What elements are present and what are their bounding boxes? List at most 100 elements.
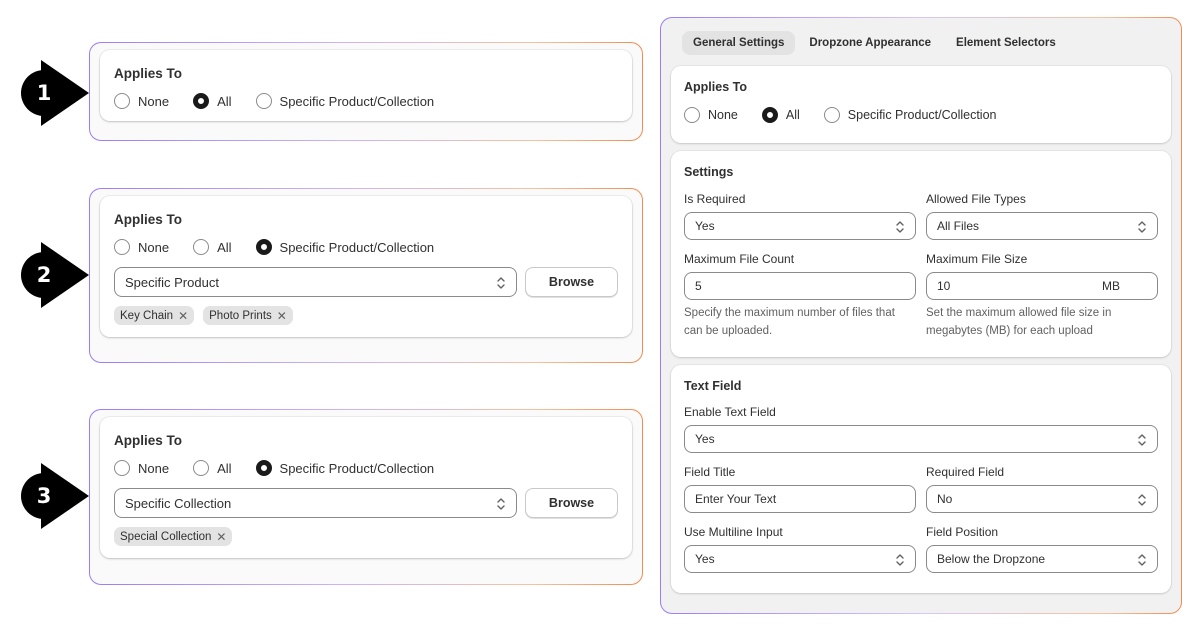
max-file-count-input[interactable]: 5 [684, 272, 916, 300]
card-title: Applies To [114, 433, 183, 448]
chevron-up-down-icon [896, 221, 904, 233]
radio-circle-selected[interactable] [193, 93, 210, 109]
applies-to-card: Applies To None All Specific Product/Col… [100, 196, 632, 337]
step-number: 3 [36, 484, 52, 508]
max-file-size-input[interactable]: 10 MB [926, 272, 1158, 300]
radio-label: All [217, 460, 232, 476]
radio-label: Specific Product/Collection [847, 108, 997, 122]
radio-circle[interactable] [255, 93, 272, 109]
tag: Photo Prints ✕ [203, 306, 293, 325]
chevron-up-down-icon [497, 498, 505, 510]
chevron-up-down-icon [1138, 554, 1146, 566]
enable-text-field-select[interactable]: Yes [684, 425, 1158, 453]
tag-label: Photo Prints [209, 309, 272, 322]
select-value: Yes [695, 432, 715, 446]
card-title: Settings [684, 165, 734, 179]
select-value: Yes [695, 552, 715, 566]
radio-all[interactable]: All [193, 93, 232, 109]
browse-button[interactable]: Browse [525, 267, 618, 297]
radio-circle-selected[interactable] [761, 107, 778, 123]
radio-circle[interactable] [114, 93, 130, 109]
max-file-size-help: Set the maximum allowed file size in meg… [926, 307, 1112, 337]
step-marker-1: 1 [21, 59, 89, 127]
field-title-input[interactable]: Enter Your Text [684, 485, 916, 513]
text-field-card: Text Field Enable Text Field Yes Field T… [671, 365, 1171, 593]
radio-circle[interactable] [684, 107, 700, 123]
radio-label: All [217, 239, 232, 255]
step-number: 1 [36, 81, 52, 105]
radio-none[interactable]: None [114, 93, 169, 109]
radio-label: All [217, 93, 232, 109]
allowed-file-types-label: Allowed File Types [926, 192, 1026, 206]
radio-circle[interactable] [114, 460, 130, 476]
radio-circle[interactable] [193, 239, 210, 255]
radio-specific[interactable]: Specific Product/Collection [255, 93, 435, 109]
radio-circle-selected[interactable] [255, 460, 272, 476]
radio-circle[interactable] [193, 460, 210, 476]
radio-specific[interactable]: Specific Product/Collection [823, 107, 997, 123]
is-required-label: Is Required [684, 192, 746, 206]
radio-label: None [138, 239, 170, 255]
is-required-select[interactable]: Yes [684, 212, 916, 240]
tag: Special Collection ✕ [114, 527, 233, 546]
selected-tags: Special Collection ✕ [114, 527, 618, 546]
allowed-file-types-select[interactable]: All Files [926, 212, 1158, 240]
browse-button[interactable]: Browse [525, 488, 618, 518]
tab-general-settings[interactable]: General Settings [682, 31, 796, 55]
tab-element-selectors[interactable]: Element Selectors [945, 31, 1067, 55]
settings-panel: General Settings Dropzone Appearance Ele… [660, 17, 1182, 614]
example-frame-2: Applies To None All Specific Product/Col… [89, 188, 643, 363]
radio-circle-selected[interactable] [255, 239, 272, 255]
step-marker-3: 3 [21, 462, 89, 530]
radio-all[interactable]: All [193, 239, 232, 255]
multiline-input-label: Use Multiline Input [684, 525, 783, 539]
radio-label: Specific Product/Collection [279, 93, 435, 109]
applies-to-radio-group: None All Specific Product/Collection [114, 460, 618, 476]
chevron-up-down-icon [497, 277, 505, 289]
radio-specific[interactable]: Specific Product/Collection [255, 239, 435, 255]
example-frame-3: Applies To None All Specific Product/Col… [89, 409, 643, 585]
multiline-input-select[interactable]: Yes [684, 545, 916, 573]
chevron-up-down-icon [896, 554, 904, 566]
radio-circle[interactable] [823, 107, 840, 123]
radio-label: All [785, 108, 800, 122]
field-title-label: Field Title [684, 465, 736, 479]
remove-tag-icon[interactable]: ✕ [216, 530, 226, 544]
applies-to-card: Applies To None All Specific Product/Col… [100, 50, 632, 121]
radio-label: None [138, 93, 170, 109]
max-file-count-label: Maximum File Count [684, 252, 795, 266]
radio-none[interactable]: None [114, 239, 169, 255]
tag: Key Chain ✕ [114, 306, 195, 325]
chevron-up-down-icon [1138, 494, 1146, 506]
product-type-select[interactable]: Specific Product [114, 267, 517, 297]
select-value: No [937, 492, 953, 506]
input-value: 10 [937, 279, 951, 293]
remove-tag-icon[interactable]: ✕ [178, 309, 188, 323]
remove-tag-icon[interactable]: ✕ [277, 309, 287, 323]
radio-circle[interactable] [114, 239, 130, 255]
radio-specific[interactable]: Specific Product/Collection [255, 460, 434, 476]
applies-to-card: Applies To None All Specific Product/Col… [671, 66, 1171, 143]
enable-text-field-label: Enable Text Field [684, 405, 776, 419]
tab-dropzone-appearance[interactable]: Dropzone Appearance [798, 31, 942, 55]
collection-type-select[interactable]: Specific Collection [114, 488, 517, 518]
radio-none[interactable]: None [114, 460, 169, 476]
card-title: Applies To [114, 212, 183, 227]
card-title: Applies To [684, 80, 747, 94]
max-file-size-label: Maximum File Size [926, 252, 1028, 266]
radio-none[interactable]: None [684, 107, 738, 123]
required-field-label: Required Field [926, 465, 1005, 479]
applies-to-radio-group: None All Specific Product/Collection [684, 107, 1158, 123]
tag-label: Special Collection [120, 530, 212, 543]
radio-all[interactable]: All [761, 107, 800, 123]
radio-all[interactable]: All [193, 460, 232, 476]
card-title: Applies To [114, 66, 183, 81]
select-value: Specific Product [125, 274, 219, 290]
field-position-select[interactable]: Below the Dropzone [926, 545, 1158, 573]
select-value: Specific Collection [125, 495, 232, 511]
applies-to-card: Applies To None All Specific Product/Col… [100, 417, 632, 558]
radio-label: Specific Product/Collection [279, 239, 435, 255]
required-field-select[interactable]: No [926, 485, 1158, 513]
card-title: Text Field [684, 379, 742, 393]
input-value: Enter Your Text [695, 492, 777, 506]
